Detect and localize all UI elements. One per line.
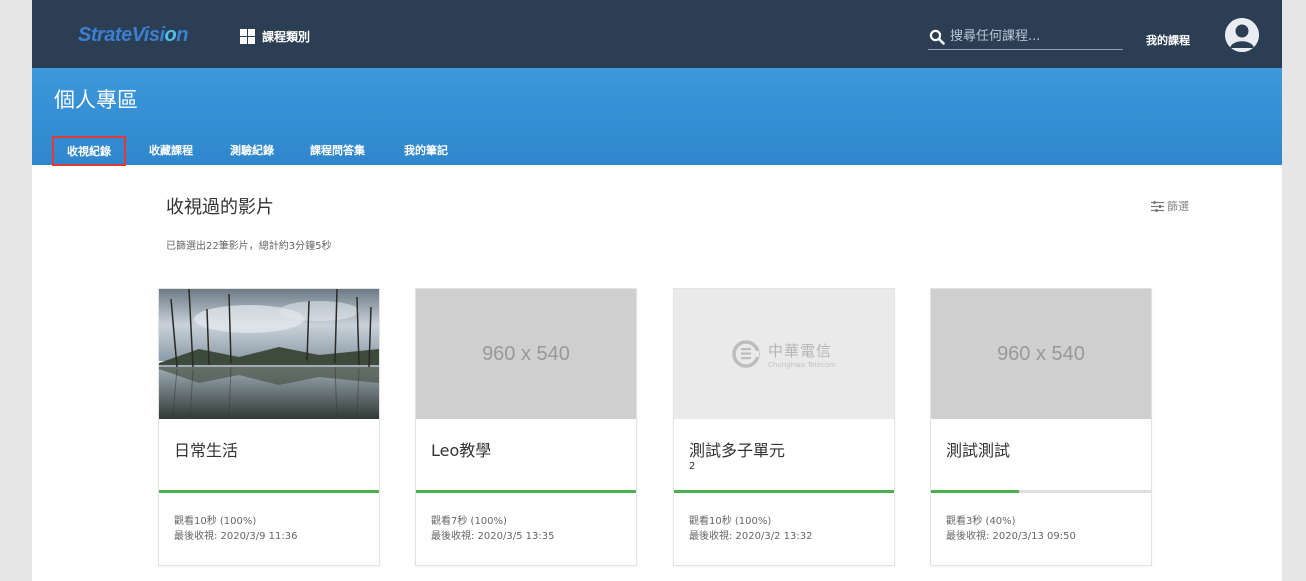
page-title: 個人專區 [54, 88, 138, 112]
tab-watch-history[interactable]: 收視紀錄 [52, 136, 126, 166]
progress-fill [931, 490, 1019, 493]
progress-fill [159, 490, 379, 493]
video-card[interactable]: 日常生活 觀看10秒 (100%) 最後收視: 2020/3/9 11:36 [158, 288, 380, 566]
logo-o: o [164, 24, 177, 46]
avatar[interactable] [1225, 18, 1259, 52]
video-card[interactable]: 960 x 540 測試測試 觀看3秒 (40%) 最後收視: 2020/3/1… [930, 288, 1152, 566]
progress-bar [674, 490, 894, 493]
logo-english: Chunghwa Telecom [768, 360, 836, 369]
video-thumbnail [159, 289, 379, 419]
telecom-logo-icon [732, 340, 760, 368]
video-card[interactable]: 960 x 540 Leo教學 觀看7秒 (100%) 最後收視: 2020/3… [415, 288, 637, 566]
video-title: 日常生活 [174, 441, 239, 460]
right-gutter [1282, 0, 1306, 581]
video-thumbnail: 中華電信 Chunghwa Telecom [674, 289, 894, 419]
video-card[interactable]: 中華電信 Chunghwa Telecom 測試多子單元 2 觀看10秒 (10… [673, 288, 895, 566]
video-title: Leo教學 [431, 441, 492, 460]
logo[interactable]: StrateVision [78, 24, 188, 47]
tab-course-qa[interactable]: 課程問答集 [310, 136, 365, 166]
course-categories-button[interactable]: 課程類別 [240, 28, 310, 45]
section-summary: 已篩選出22筆影片，總計約3分鐘5秒 [166, 241, 332, 252]
placeholder-text: 960 x 540 [482, 342, 570, 365]
last-watched: 最後收視: 2020/3/9 11:36 [174, 531, 298, 542]
search-icon[interactable] [929, 29, 945, 45]
grid-icon [240, 29, 255, 44]
user-icon [1225, 18, 1259, 52]
top-navbar: StrateVision 課程類別 我的課程 [32, 0, 1282, 68]
left-gutter [0, 0, 32, 581]
video-title: 測試多子單元 [689, 441, 786, 460]
filter-button[interactable]: 篩選 [1151, 198, 1189, 214]
progress-bar [931, 490, 1151, 493]
landscape-photo [159, 289, 379, 419]
course-categories-label: 課程類別 [262, 30, 311, 44]
last-watched: 最後收視: 2020/3/2 13:32 [689, 531, 813, 542]
last-watched: 最後收視: 2020/3/13 09:50 [946, 531, 1076, 542]
last-watched: 最後收視: 2020/3/5 13:35 [431, 531, 555, 542]
logo-text: StrateVisi [78, 24, 165, 46]
progress-bar [416, 490, 636, 493]
progress-bar [159, 490, 379, 493]
watch-duration: 觀看10秒 (100%) [689, 516, 772, 527]
filter-icon [1151, 200, 1164, 212]
logo-chinese: 中華電信 [768, 341, 833, 360]
video-thumbnail: 960 x 540 [931, 289, 1151, 419]
section-title: 收視過的影片 [166, 197, 274, 218]
chunghwa-logo: 中華電信 Chunghwa Telecom [674, 289, 894, 419]
placeholder-text: 960 x 540 [997, 342, 1085, 365]
tab-my-notes[interactable]: 我的筆記 [404, 136, 448, 166]
filter-label: 篩選 [1167, 200, 1189, 213]
progress-fill [674, 490, 894, 493]
video-title: 測試測試 [946, 441, 1011, 460]
video-thumbnail: 960 x 540 [416, 289, 636, 419]
search-bar [928, 24, 1123, 50]
tab-quiz-records[interactable]: 測驗紀錄 [230, 136, 274, 166]
search-input[interactable] [950, 29, 1110, 44]
my-courses-link[interactable]: 我的課程 [1146, 32, 1190, 48]
progress-fill [416, 490, 636, 493]
tab-favorites[interactable]: 收藏課程 [149, 136, 193, 166]
watch-duration: 觀看10秒 (100%) [174, 516, 257, 527]
logo-tail: n [176, 24, 188, 46]
watch-duration: 觀看3秒 (40%) [946, 516, 1016, 527]
personal-banner: 個人專區 收視紀錄 收藏課程 測驗紀錄 課程問答集 我的筆記 [32, 68, 1282, 166]
sub-unit-count: 2 [689, 461, 696, 472]
watch-duration: 觀看7秒 (100%) [431, 516, 507, 527]
